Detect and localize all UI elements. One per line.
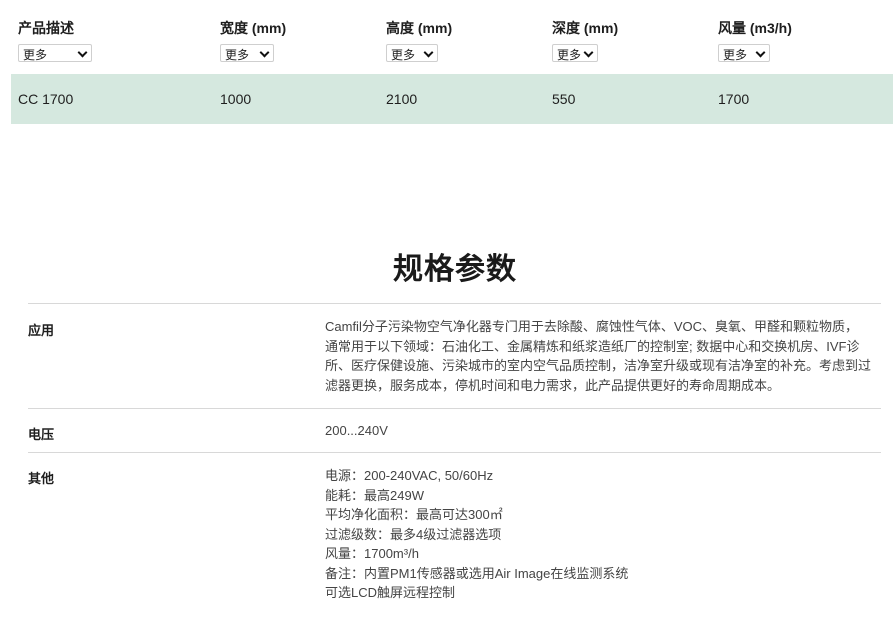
spec-line: 电源：200-240VAC, 50/60Hz [325, 468, 494, 483]
spec-value-application: Camfil分子污染物空气净化器专门用于去除酸、腐蚀性气体、VOC、臭氧、甲醛和… [325, 317, 887, 395]
spec-line: 风量：1700m³/h [325, 546, 419, 561]
spec-line: 平均净化面积：最高可达300㎡ [325, 507, 503, 522]
filter-select-product[interactable]: 更多 [18, 44, 92, 62]
spec-line: 备注：内置PM1传感器或选用Air Image在线监测系统 [325, 565, 629, 581]
column-title: 宽度 (mm) [220, 20, 287, 36]
filter-select-width[interactable]: 更多 [220, 44, 274, 62]
column-title: 高度 (mm) [386, 20, 453, 36]
chevron-down-icon [755, 47, 766, 58]
divider [28, 452, 881, 453]
divider [28, 408, 881, 409]
column-height: 高度 (mm) [386, 18, 452, 38]
column-title: 深度 (mm) [552, 20, 619, 36]
select-value: 更多 [723, 48, 748, 62]
spec-line: 过滤级数：最多4级过滤器选项 [325, 526, 502, 542]
filter-select-height[interactable]: 更多 [386, 44, 438, 62]
cell-width: 1000 [220, 91, 252, 107]
spec-line: 200...240V [325, 423, 388, 438]
column-product: 产品描述 [18, 18, 74, 38]
spec-value-other: 电源：200-240VAC, 50/60Hz 能耗：最高249W 平均净化面积：… [325, 466, 887, 603]
spec-label-voltage: 电压 [28, 427, 55, 442]
table-header: 产品描述 更多 宽度 (mm) 更多 高度 (mm) 更多 深度 (mm) 更多… [0, 18, 893, 68]
cell-airflow: 1700 [718, 91, 750, 107]
spec-line: 所、医疗保健设施、污染城市的室内空气品质控制，洁净室升级或现有洁净室的补充。考虑… [325, 358, 872, 373]
spec-line: 能耗：最高249W [325, 487, 424, 503]
spec-line: 可选LCD触屏远程控制 [325, 585, 456, 600]
select-value: 更多 [557, 48, 582, 62]
chevron-down-icon [259, 47, 270, 58]
column-depth: 深度 (mm) [552, 18, 618, 38]
spec-value-voltage: 200...240V [325, 421, 887, 441]
select-value: 更多 [391, 48, 416, 62]
filter-select-depth[interactable]: 更多 [552, 44, 598, 62]
chevron-down-icon [423, 47, 434, 58]
select-value: 更多 [225, 48, 250, 62]
spec-line: 滤器更换，服务成本，停机时间和电力需求，此产品提供更好的寿命周期成本。 [325, 377, 781, 393]
cell-height: 2100 [386, 91, 418, 107]
spec-label-application: 应用 [28, 323, 55, 338]
column-airflow: 风量 (m3/h) [718, 18, 792, 38]
cell-depth: 550 [552, 91, 576, 107]
table-row[interactable]: CC 1700 1000 2100 550 1700 [11, 74, 893, 124]
chevron-down-icon [583, 47, 594, 58]
spec-line: Camfil分子污染物空气净化器专门用于去除酸、腐蚀性气体、VOC、臭氧、甲醛和… [325, 319, 859, 334]
chevron-down-icon [77, 47, 88, 58]
spec-line: 通常用于以下领域：石油化工、金属精炼和纸浆造纸厂的控制室; 数据中心和交换机房、… [325, 338, 860, 354]
divider [28, 303, 881, 304]
column-width: 宽度 (mm) [220, 18, 286, 38]
filter-select-airflow[interactable]: 更多 [718, 44, 770, 62]
cell-product: CC 1700 [18, 91, 74, 107]
select-value: 更多 [23, 48, 48, 62]
spec-title: 规格参数 [393, 253, 517, 286]
column-title: 风量 (m3/h) [718, 20, 792, 36]
spec-label-other: 其他 [28, 471, 55, 486]
column-title: 产品描述 [18, 20, 74, 36]
